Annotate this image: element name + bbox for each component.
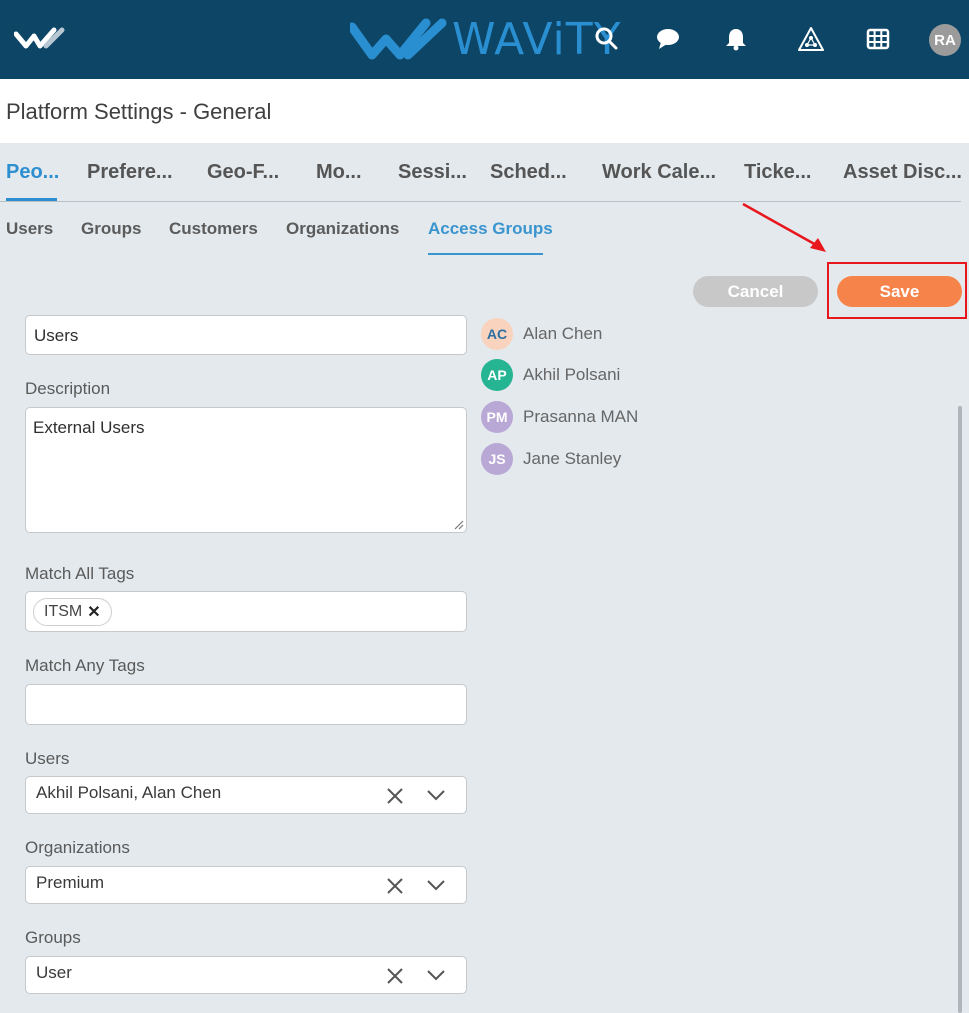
subtab-groups[interactable]: Groups <box>81 219 141 239</box>
bell-icon[interactable] <box>721 24 751 54</box>
name-input[interactable]: Users <box>25 315 467 355</box>
groups-select-value: User <box>36 963 72 982</box>
tab-schedules[interactable]: Sched... <box>490 161 567 184</box>
member-avatar: AC <box>481 318 513 350</box>
member-item: AC Alan Chen <box>481 318 602 350</box>
tab-preferences[interactable]: Prefere... <box>87 161 173 184</box>
search-icon[interactable] <box>592 24 622 54</box>
member-avatar: JS <box>481 443 513 475</box>
tab-tickets[interactable]: Ticke... <box>744 161 811 184</box>
wavity-logo-icon[interactable] <box>14 26 66 52</box>
tab-mobile[interactable]: Mo... <box>316 161 362 184</box>
match-all-tags-input[interactable]: ITSM ✕ <box>25 591 467 632</box>
user-avatar[interactable]: RA <box>929 24 961 56</box>
tab-sessions[interactable]: Sessi... <box>398 161 467 184</box>
groups-select[interactable]: User <box>25 956 467 994</box>
member-avatar: AP <box>481 359 513 391</box>
organizations-select[interactable]: Premium <box>25 866 467 904</box>
match-all-tags-label: Match All Tags <box>25 564 135 583</box>
resize-handle-icon[interactable] <box>454 520 464 530</box>
cancel-button[interactable]: Cancel <box>693 276 818 307</box>
top-bar: WAViTY RA <box>0 0 969 79</box>
remove-tag-icon[interactable]: ✕ <box>87 602 100 622</box>
active-tab-indicator <box>6 198 57 201</box>
organizations-label: Organizations <box>25 838 130 857</box>
apps-grid-icon[interactable] <box>863 24 893 54</box>
chevron-down-icon[interactable] <box>426 788 446 802</box>
chevron-down-icon[interactable] <box>426 968 446 982</box>
clear-icon[interactable] <box>385 876 405 896</box>
match-any-tags-input[interactable] <box>25 684 467 725</box>
tab-geo-fencing[interactable]: Geo-F... <box>207 161 279 184</box>
member-name: Alan Chen <box>523 324 603 343</box>
member-item: AP Akhil Polsani <box>481 359 620 391</box>
clear-icon[interactable] <box>385 966 405 986</box>
tab-asset-discovery[interactable]: Asset Disc... <box>843 161 962 184</box>
clear-icon[interactable] <box>385 786 405 806</box>
chat-icon[interactable] <box>653 24 683 54</box>
brand-logo: WAViTY <box>350 14 622 65</box>
member-name: Jane Stanley <box>523 449 622 468</box>
network-warning-icon[interactable] <box>796 24 826 54</box>
subtab-users[interactable]: Users <box>6 219 53 239</box>
active-subtab-indicator <box>428 253 543 255</box>
subtab-organizations[interactable]: Organizations <box>286 219 399 239</box>
chevron-down-icon[interactable] <box>426 878 446 892</box>
member-name: Prasanna MAN <box>523 407 639 426</box>
users-select[interactable]: Akhil Polsani, Alan Chen <box>25 776 467 814</box>
tag-chip-label: ITSM <box>44 603 83 620</box>
groups-label: Groups <box>25 928 81 947</box>
brand-mark-icon <box>350 18 447 60</box>
tab-people[interactable]: Peo... <box>6 161 59 184</box>
name-input-value: Users <box>34 326 79 345</box>
member-avatar: PM <box>481 401 513 433</box>
member-item: JS Jane Stanley <box>481 443 621 475</box>
description-label: Description <box>25 379 111 398</box>
description-value: External Users <box>33 418 145 437</box>
tab-work-calendar[interactable]: Work Cale... <box>602 161 716 184</box>
organizations-select-value: Premium <box>36 873 105 892</box>
subtab-customers[interactable]: Customers <box>169 219 258 239</box>
users-label: Users <box>25 749 70 768</box>
main-tabs: Peo... Prefere... Geo-F... Mo... Sessi..… <box>0 155 962 202</box>
page-title: Platform Settings - General <box>6 99 272 124</box>
description-textarea[interactable]: External Users <box>25 407 467 533</box>
tag-chip: ITSM ✕ <box>33 598 112 626</box>
save-highlight-box <box>827 262 967 319</box>
member-name: Akhil Polsani <box>523 365 621 384</box>
subtab-access-groups[interactable]: Access Groups <box>428 219 553 239</box>
annotation-arrow <box>742 202 826 252</box>
scrollbar[interactable] <box>958 406 962 1013</box>
users-select-value: Akhil Polsani, Alan Chen <box>36 783 222 802</box>
member-item: PM Prasanna MAN <box>481 401 638 433</box>
match-any-tags-label: Match Any Tags <box>25 656 145 675</box>
